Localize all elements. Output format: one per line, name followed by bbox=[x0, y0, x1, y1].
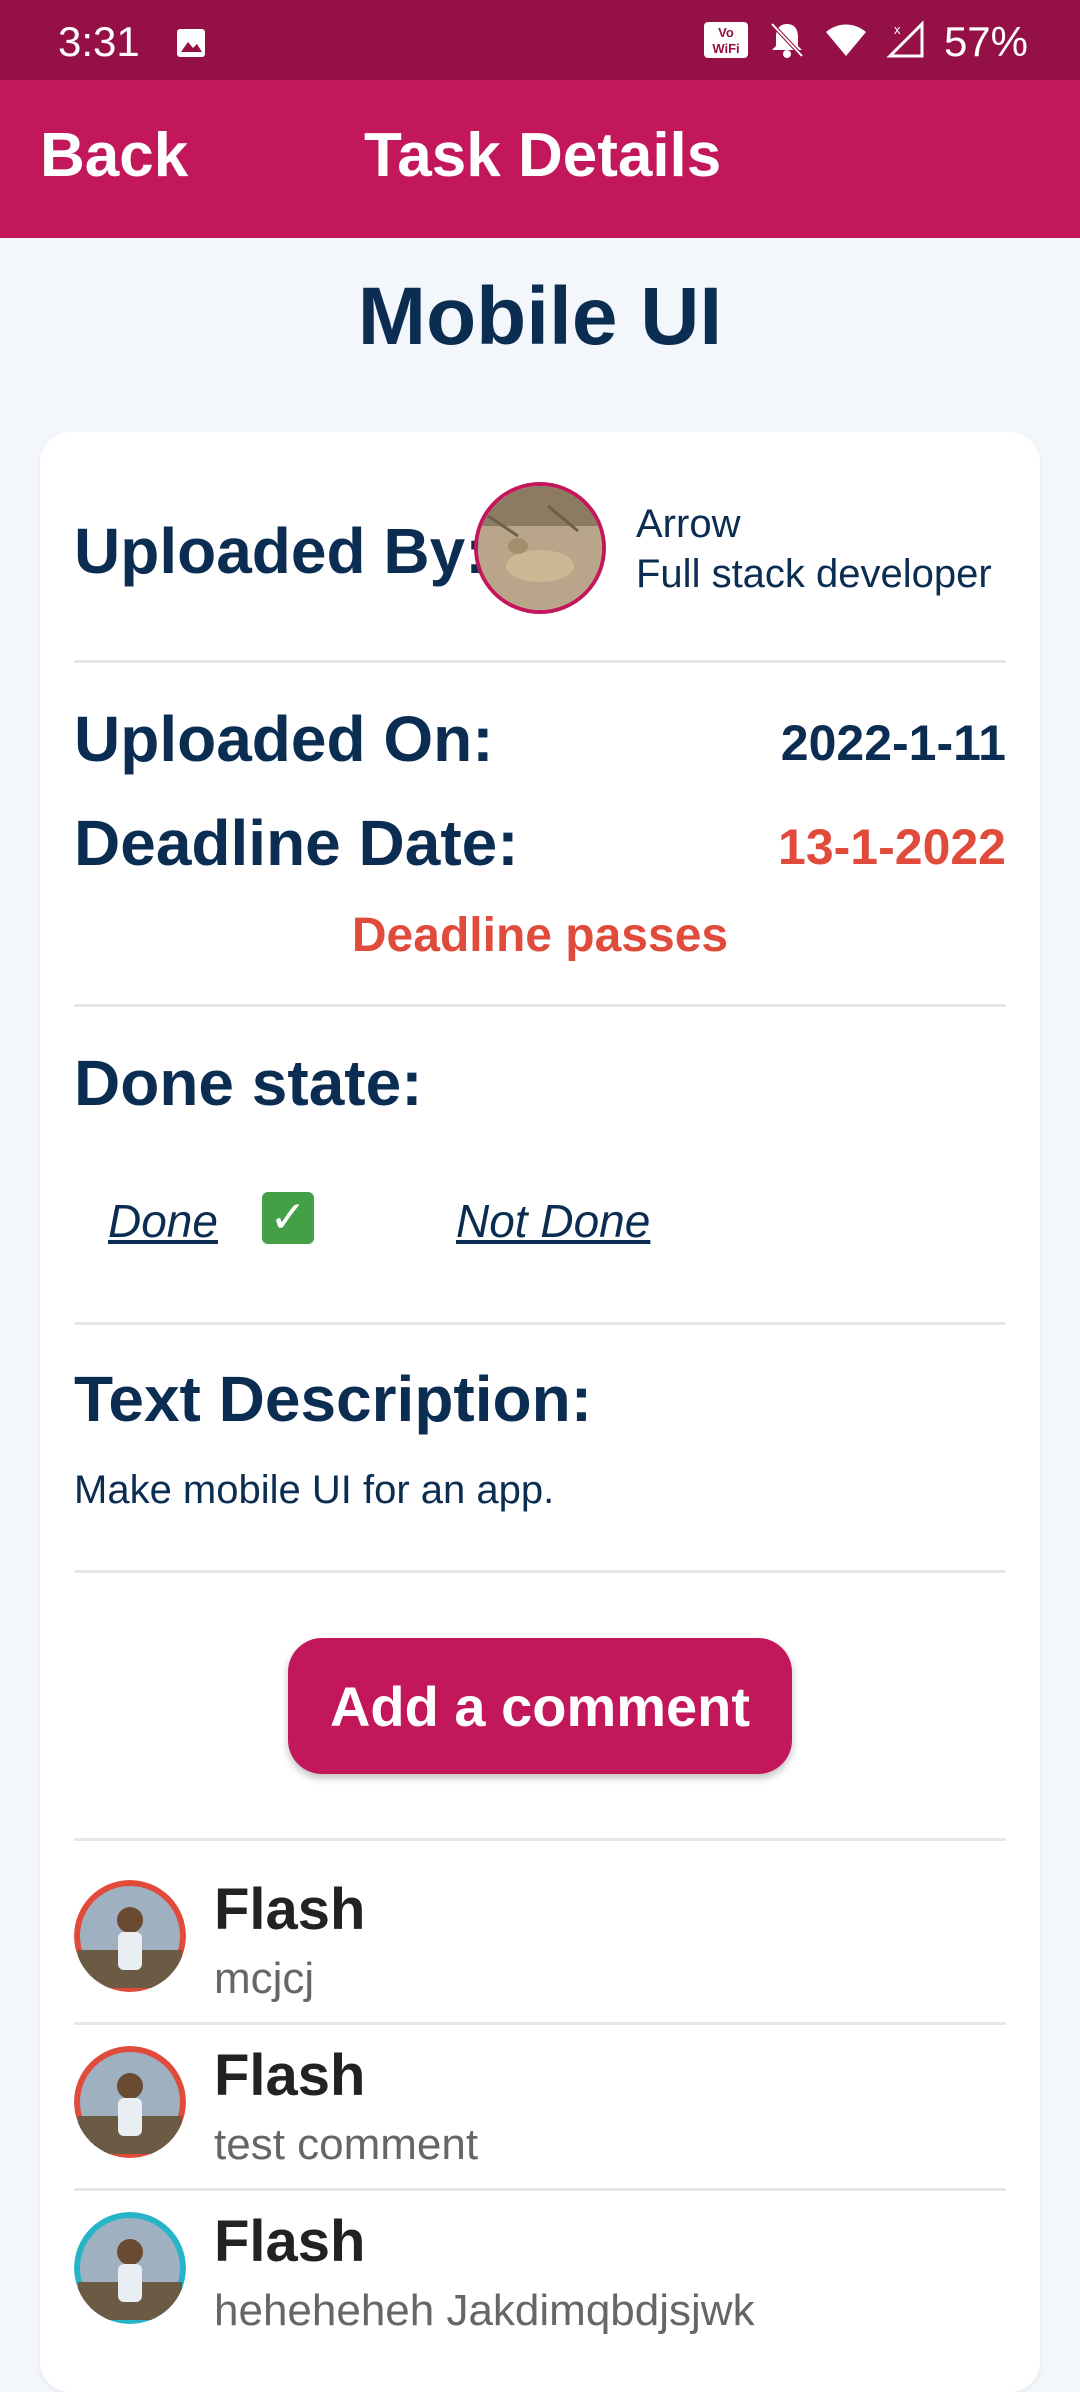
deadline-value: 13-1-2022 bbox=[778, 819, 1006, 875]
done-state-label: Done state: bbox=[74, 1047, 423, 1119]
divider bbox=[74, 1004, 1006, 1007]
status-bar: 3:31 Vo WiFi x 57% bbox=[0, 0, 1080, 80]
commenter-name: Flash bbox=[214, 1877, 366, 1942]
commenter-avatar[interactable] bbox=[74, 2046, 186, 2158]
svg-text:WiFi: WiFi bbox=[712, 41, 739, 56]
uploader-name: Arrow bbox=[636, 502, 741, 546]
commenter-name: Flash bbox=[214, 2043, 366, 2108]
description-text: Make mobile UI for an app. bbox=[74, 1468, 555, 1512]
divider bbox=[74, 1570, 1006, 1573]
uploaded-on-label: Uploaded On: bbox=[74, 703, 494, 775]
commenter-avatar[interactable] bbox=[74, 2212, 186, 2324]
commenter-avatar[interactable] bbox=[74, 1880, 186, 1992]
done-option[interactable]: Done bbox=[108, 1194, 218, 1248]
comment-text: heheheheh Jakdimqbdjsjwk bbox=[214, 2286, 755, 2335]
uploaded-on-value: 2022-1-11 bbox=[780, 715, 1006, 771]
uploaded-by-label: Uploaded By: bbox=[74, 515, 487, 587]
deadline-passed-message: Deadline passes bbox=[351, 909, 729, 962]
comment-text: test comment bbox=[214, 2120, 479, 2169]
comment-item[interactable]: Flash test comment bbox=[74, 2008, 1006, 2174]
uploader-role: Full stack developer bbox=[636, 552, 992, 596]
comment-text: mcjcj bbox=[214, 1954, 315, 2003]
app-bar: Back Task Details bbox=[0, 80, 1080, 238]
commenter-name: Flash bbox=[214, 2209, 366, 2274]
divider bbox=[74, 660, 1006, 663]
comment-item[interactable]: Flash heheheheh Jakdimqbdjsjwk bbox=[74, 2174, 1006, 2340]
uploader-avatar[interactable] bbox=[474, 482, 606, 614]
comment-item[interactable]: Flash mcjcj bbox=[74, 1842, 1006, 2008]
status-icons: Vo WiFi x 57% bbox=[702, 18, 1028, 66]
status-time: 3:31 bbox=[58, 18, 140, 65]
checked-icon[interactable]: ✓ bbox=[262, 1192, 314, 1244]
add-comment-button[interactable]: Add a comment bbox=[288, 1638, 792, 1774]
task-title: Mobile UI bbox=[357, 271, 723, 362]
not-done-option[interactable]: Not Done bbox=[456, 1194, 650, 1248]
description-label: Text Description: bbox=[74, 1363, 592, 1435]
svg-text:Vo: Vo bbox=[718, 25, 734, 40]
wifi-icon bbox=[824, 20, 868, 65]
back-button[interactable]: Back bbox=[40, 120, 188, 191]
divider bbox=[74, 1322, 1006, 1325]
divider bbox=[74, 1838, 1006, 1841]
app-bar-title: Task Details bbox=[364, 121, 722, 190]
deadline-label: Deadline Date: bbox=[74, 807, 519, 879]
wifi-calling-icon: Vo WiFi bbox=[702, 20, 750, 65]
battery-percent: 57% bbox=[943, 18, 1028, 65]
svg-text:x: x bbox=[894, 22, 901, 37]
notifications-off-icon bbox=[768, 20, 806, 65]
signal-icon: x bbox=[886, 19, 926, 65]
task-details-card: Uploaded By: Arrow Full stack developer … bbox=[40, 432, 1040, 2392]
image-notification-icon bbox=[176, 28, 206, 58]
